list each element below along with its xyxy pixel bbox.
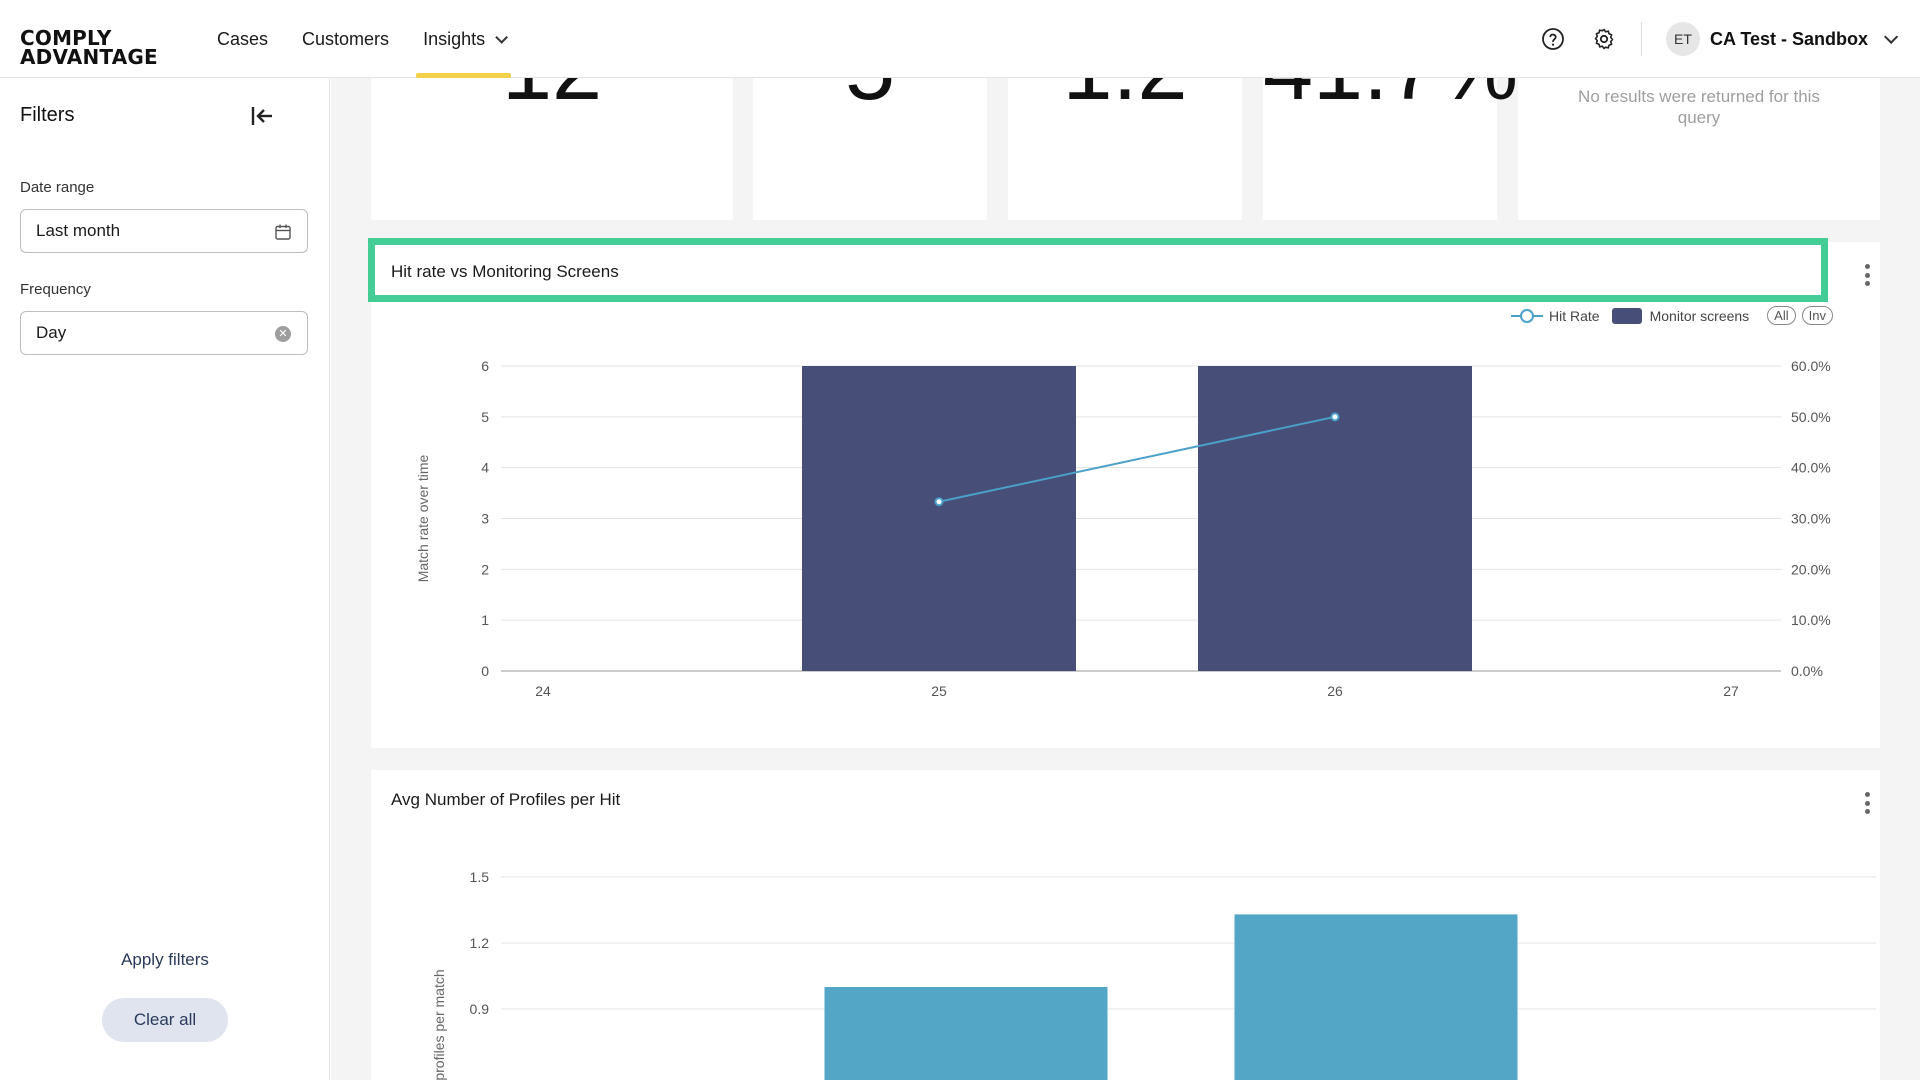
y-tick-label: 3 <box>481 511 489 527</box>
avg-profiles-chart: 0.9 1.2 1.5 profiles per match <box>431 869 1876 1080</box>
kpi-value: 5 <box>753 78 987 121</box>
nav-item-cases[interactable]: Cases <box>200 0 285 78</box>
x-tick-label: 25 <box>931 683 947 699</box>
avg-profiles-chart-card: Avg Number of Profiles per Hit 0.9 1.2 1.5… <box>371 770 1880 1080</box>
top-navigation-bar: COMPLY ADVANTAGE Cases Customers Insight… <box>0 0 1920 78</box>
y-tick-label: 4 <box>481 460 489 476</box>
nav-item-label: Customers <box>302 28 390 49</box>
bar-profiles-per-hit <box>824 987 1108 1080</box>
apply-filters-button[interactable]: Apply filters <box>0 950 330 970</box>
insights-dashboard: 12 5 1.2 41.7% No results were returned … <box>331 78 1920 1080</box>
avatar[interactable]: ET <box>1665 22 1700 56</box>
y2-tick-label: 10.0% <box>1791 612 1831 628</box>
kpi-card: 5 <box>753 78 987 220</box>
gear-icon[interactable] <box>1590 25 1618 53</box>
no-results-message: No results were returned for this query <box>1578 87 1820 127</box>
x-tick-label: 24 <box>535 683 551 699</box>
nav-item-customers[interactable]: Customers <box>285 0 406 78</box>
y-axis-label: profiles per match <box>431 969 447 1080</box>
kpi-value: 41.7% <box>1263 78 1518 121</box>
nav-item-label: Insights <box>423 28 486 49</box>
main-nav: Cases Customers Insights <box>200 0 521 78</box>
y-tick-label: 0.9 <box>470 1001 490 1017</box>
company-logo[interactable]: COMPLY ADVANTAGE <box>20 28 158 69</box>
date-range-value: Last month <box>36 221 121 240</box>
divider <box>1640 22 1642 56</box>
kpi-card: 1.2 <box>1008 78 1242 220</box>
date-range-field[interactable]: Last month <box>20 209 308 253</box>
bar-monitor-screens <box>1198 366 1472 671</box>
top-right-controls: ET CA Test - Sandbox <box>1539 0 1920 78</box>
frequency-value: Day <box>36 323 67 342</box>
filters-sidebar: Filters Date range Last month Frequency … <box>0 78 330 1080</box>
collapse-left-icon[interactable] <box>248 102 276 130</box>
bar-monitor-screens <box>802 366 1076 671</box>
help-circle-icon[interactable] <box>1539 25 1567 53</box>
y-tick-label: 1 <box>481 612 489 628</box>
y2-tick-label: 60.0% <box>1791 358 1831 374</box>
point-hit-rate <box>1330 412 1340 422</box>
bar-profiles-per-hit <box>1234 914 1518 1080</box>
x-tick-label: 26 <box>1327 683 1343 699</box>
nav-item-insights[interactable]: Insights <box>406 0 521 78</box>
kpi-value: 12 <box>371 78 733 121</box>
y-tick-label: 0 <box>481 663 489 679</box>
date-range-label: Date range <box>20 179 95 196</box>
logo-line-2: ADVANTAGE <box>20 45 158 69</box>
y-tick-label: 1.5 <box>470 869 490 885</box>
chevron-down-icon[interactable] <box>1884 29 1899 44</box>
calendar-icon[interactable] <box>273 222 293 242</box>
y-axis-label: Match rate over time <box>415 454 431 582</box>
frequency-label: Frequency <box>20 281 91 298</box>
y2-tick-label: 50.0% <box>1791 409 1831 425</box>
y2-tick-label: 20.0% <box>1791 561 1831 577</box>
kpi-card: 41.7% <box>1263 78 1518 220</box>
y-tick-label: 6 <box>481 358 489 374</box>
clear-all-button[interactable]: Clear all <box>102 998 228 1042</box>
y-tick-label: 5 <box>481 409 489 425</box>
point-hit-rate <box>934 497 944 507</box>
frequency-select[interactable]: Day ✕ <box>20 311 308 355</box>
y-tick-label: 2 <box>481 561 489 577</box>
account-name[interactable]: CA Test - Sandbox <box>1710 29 1868 50</box>
filters-title: Filters <box>20 104 75 126</box>
y2-tick-label: 0.0% <box>1791 663 1823 679</box>
clear-circle-icon[interactable]: ✕ <box>273 324 293 344</box>
chevron-down-icon <box>495 30 509 44</box>
y2-tick-label: 40.0% <box>1791 460 1831 476</box>
nav-item-label: Cases <box>217 28 269 49</box>
x-tick-label: 27 <box>1723 683 1739 699</box>
kpi-card: 12 <box>371 78 733 220</box>
kpi-card-empty: No results were returned for this query <box>1518 78 1880 220</box>
hit-rate-chart: 01234560.0%10.0%20.0%30.0%40.0%50.0%60.0… <box>415 358 1831 699</box>
kpi-value: 1.2 <box>1008 78 1242 121</box>
y2-tick-label: 30.0% <box>1791 511 1831 527</box>
y-tick-label: 1.2 <box>470 935 490 951</box>
hit-rate-chart-card: Hit rate vs Monitoring Screens Hit Rate … <box>371 242 1880 748</box>
